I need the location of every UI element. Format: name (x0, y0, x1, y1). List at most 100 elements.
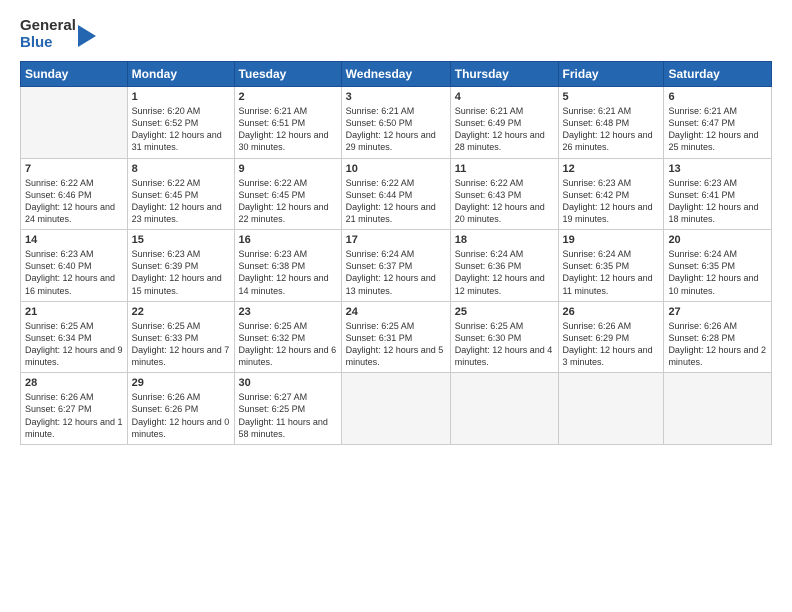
calendar-cell: 11 Sunrise: 6:22 AMSunset: 6:43 PMDayligh… (450, 158, 558, 230)
calendar-cell: 1 Sunrise: 6:20 AMSunset: 6:52 PMDaylight… (127, 87, 234, 159)
day-info: Sunrise: 6:24 AMSunset: 6:37 PMDaylight:… (346, 248, 446, 297)
day-info: Sunrise: 6:26 AMSunset: 6:27 PMDaylight:… (25, 391, 123, 440)
day-info: Sunrise: 6:20 AMSunset: 6:52 PMDaylight:… (132, 105, 230, 154)
calendar-week-1: 1 Sunrise: 6:20 AMSunset: 6:52 PMDaylight… (21, 87, 772, 159)
day-info: Sunrise: 6:25 AMSunset: 6:34 PMDaylight:… (25, 320, 123, 369)
day-info: Sunrise: 6:22 AMSunset: 6:43 PMDaylight:… (455, 177, 554, 226)
calendar-cell: 22 Sunrise: 6:25 AMSunset: 6:33 PMDayligh… (127, 301, 234, 373)
day-info: Sunrise: 6:23 AMSunset: 6:40 PMDaylight:… (25, 248, 123, 297)
calendar-week-5: 28 Sunrise: 6:26 AMSunset: 6:27 PMDayligh… (21, 373, 772, 445)
day-number: 20 (668, 234, 767, 246)
logo: General Blue (20, 18, 100, 51)
day-number: 30 (239, 377, 337, 389)
day-info: Sunrise: 6:24 AMSunset: 6:35 PMDaylight:… (668, 248, 767, 297)
weekday-header-monday: Monday (127, 62, 234, 87)
calendar-cell: 14 Sunrise: 6:23 AMSunset: 6:40 PMDayligh… (21, 230, 128, 302)
logo-arrow-icon (78, 21, 100, 51)
day-number: 27 (668, 306, 767, 318)
calendar-week-2: 7 Sunrise: 6:22 AMSunset: 6:46 PMDaylight… (21, 158, 772, 230)
calendar-cell: 25 Sunrise: 6:25 AMSunset: 6:30 PMDayligh… (450, 301, 558, 373)
calendar-week-3: 14 Sunrise: 6:23 AMSunset: 6:40 PMDayligh… (21, 230, 772, 302)
day-number: 5 (563, 91, 660, 103)
day-info: Sunrise: 6:23 AMSunset: 6:42 PMDaylight:… (563, 177, 660, 226)
calendar-cell: 3Sunrise: 6:21 AMSunset: 6:50 PMDaylight… (341, 87, 450, 159)
weekday-header-saturday: Saturday (664, 62, 772, 87)
day-info: Sunrise: 6:21 AMSunset: 6:48 PMDaylight:… (563, 105, 660, 154)
calendar: SundayMondayTuesdayWednesdayThursdayFrid… (20, 61, 772, 445)
day-number: 2 (239, 91, 337, 103)
calendar-cell: 10 Sunrise: 6:22 AMSunset: 6:44 PMDayligh… (341, 158, 450, 230)
day-number: 28 (25, 377, 123, 389)
calendar-cell: 26 Sunrise: 6:26 AMSunset: 6:29 PMDayligh… (558, 301, 664, 373)
calendar-cell: 15 Sunrise: 6:23 AMSunset: 6:39 PMDayligh… (127, 230, 234, 302)
day-number: 12 (563, 163, 660, 175)
calendar-cell: 9Sunrise: 6:22 AMSunset: 6:45 PMDaylight… (234, 158, 341, 230)
calendar-cell: 6 Sunrise: 6:21 AMSunset: 6:47 PMDaylight… (664, 87, 772, 159)
day-info: Sunrise: 6:24 AMSunset: 6:35 PMDaylight:… (563, 248, 660, 297)
day-number: 7 (25, 163, 123, 175)
calendar-cell: 7 Sunrise: 6:22 AMSunset: 6:46 PMDaylight… (21, 158, 128, 230)
calendar-cell: 29 Sunrise: 6:26 AMSunset: 6:26 PMDayligh… (127, 373, 234, 445)
calendar-cell: 30 Sunrise: 6:27 AMSunset: 6:25 PMDayligh… (234, 373, 341, 445)
calendar-cell: 23Sunrise: 6:25 AMSunset: 6:32 PMDayligh… (234, 301, 341, 373)
weekday-header-sunday: Sunday (21, 62, 128, 87)
day-number: 17 (346, 234, 446, 246)
day-number: 14 (25, 234, 123, 246)
calendar-cell (664, 373, 772, 445)
weekday-header-friday: Friday (558, 62, 664, 87)
day-info: Sunrise: 6:27 AMSunset: 6:25 PMDaylight:… (239, 391, 337, 440)
day-info: Sunrise: 6:22 AMSunset: 6:44 PMDaylight:… (346, 177, 446, 226)
weekday-header-row: SundayMondayTuesdayWednesdayThursdayFrid… (21, 62, 772, 87)
day-info: Sunrise: 6:26 AMSunset: 6:29 PMDaylight:… (563, 320, 660, 369)
calendar-cell (450, 373, 558, 445)
calendar-cell: 17 Sunrise: 6:24 AMSunset: 6:37 PMDayligh… (341, 230, 450, 302)
day-number: 26 (563, 306, 660, 318)
calendar-cell (21, 87, 128, 159)
day-number: 10 (346, 163, 446, 175)
day-info: Sunrise: 6:25 AMSunset: 6:30 PMDaylight:… (455, 320, 554, 369)
day-number: 16 (239, 234, 337, 246)
day-number: 23 (239, 306, 337, 318)
day-number: 19 (563, 234, 660, 246)
day-number: 18 (455, 234, 554, 246)
calendar-cell: 19 Sunrise: 6:24 AMSunset: 6:35 PMDayligh… (558, 230, 664, 302)
calendar-cell: 4 Sunrise: 6:21 AMSunset: 6:49 PMDaylight… (450, 87, 558, 159)
day-number: 4 (455, 91, 554, 103)
day-number: 21 (25, 306, 123, 318)
calendar-cell: 28 Sunrise: 6:26 AMSunset: 6:27 PMDayligh… (21, 373, 128, 445)
calendar-week-4: 21 Sunrise: 6:25 AMSunset: 6:34 PMDayligh… (21, 301, 772, 373)
day-number: 15 (132, 234, 230, 246)
day-number: 11 (455, 163, 554, 175)
calendar-cell: 16 Sunrise: 6:23 AMSunset: 6:38 PMDayligh… (234, 230, 341, 302)
day-number: 25 (455, 306, 554, 318)
day-info: Sunrise: 6:25 AMSunset: 6:33 PMDaylight:… (132, 320, 230, 369)
logo-general-text: General (20, 18, 76, 35)
calendar-cell: 5 Sunrise: 6:21 AMSunset: 6:48 PMDaylight… (558, 87, 664, 159)
day-info: Sunrise: 6:21 AMSunset: 6:47 PMDaylight:… (668, 105, 767, 154)
header: General Blue (20, 18, 772, 51)
weekday-header-wednesday: Wednesday (341, 62, 450, 87)
day-info: Sunrise: 6:26 AMSunset: 6:28 PMDaylight:… (668, 320, 767, 369)
day-info: Sunrise: 6:22 AMSunset: 6:46 PMDaylight:… (25, 177, 123, 226)
day-number: 22 (132, 306, 230, 318)
calendar-cell (341, 373, 450, 445)
calendar-cell: 13Sunrise: 6:23 AMSunset: 6:41 PMDayligh… (664, 158, 772, 230)
day-number: 6 (668, 91, 767, 103)
day-info: Sunrise: 6:24 AMSunset: 6:36 PMDaylight:… (455, 248, 554, 297)
calendar-cell: 18 Sunrise: 6:24 AMSunset: 6:36 PMDayligh… (450, 230, 558, 302)
day-info: Sunrise: 6:21 AMSunset: 6:50 PMDaylight:… (346, 105, 446, 154)
day-info: Sunrise: 6:23 AMSunset: 6:41 PMDaylight:… (668, 177, 767, 226)
calendar-cell: 21 Sunrise: 6:25 AMSunset: 6:34 PMDayligh… (21, 301, 128, 373)
calendar-cell: 12 Sunrise: 6:23 AMSunset: 6:42 PMDayligh… (558, 158, 664, 230)
day-info: Sunrise: 6:21 AMSunset: 6:49 PMDaylight:… (455, 105, 554, 154)
day-info: Sunrise: 6:26 AMSunset: 6:26 PMDaylight:… (132, 391, 230, 440)
day-info: Sunrise: 6:21 AMSunset: 6:51 PMDaylight:… (239, 105, 337, 154)
calendar-cell: 24 Sunrise: 6:25 AMSunset: 6:31 PMDayligh… (341, 301, 450, 373)
day-number: 29 (132, 377, 230, 389)
day-info: Sunrise: 6:23 AMSunset: 6:39 PMDaylight:… (132, 248, 230, 297)
day-number: 8 (132, 163, 230, 175)
day-number: 1 (132, 91, 230, 103)
day-number: 24 (346, 306, 446, 318)
day-info: Sunrise: 6:25 AMSunset: 6:31 PMDaylight:… (346, 320, 446, 369)
day-info: Sunrise: 6:23 AMSunset: 6:38 PMDaylight:… (239, 248, 337, 297)
